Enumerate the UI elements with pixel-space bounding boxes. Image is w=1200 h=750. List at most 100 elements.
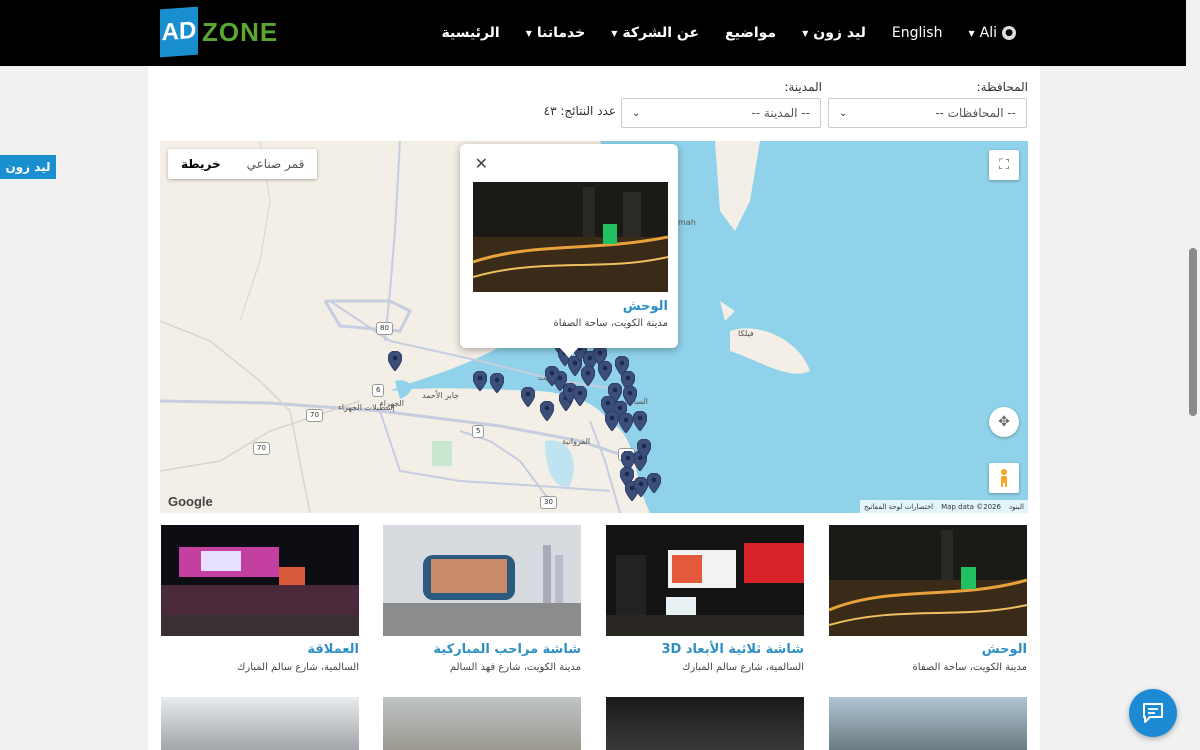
billboard-card-image[interactable] (161, 525, 359, 636)
billboard-card[interactable]: الوحش مدينة الكويت، ساحة الصفاة (829, 525, 1027, 673)
governorate-select[interactable]: -- المحافظات -- ⌄ (828, 98, 1027, 128)
map-marker-pin-icon[interactable] (572, 385, 588, 407)
map-info-window: ✕ الوحش مدينة الكويت، ساحة الصفاة (460, 144, 678, 358)
billboard-card-location: السالمية، شارع سالم المبارك (682, 662, 804, 673)
nav-services-label: خدماتنا (536, 25, 586, 41)
city-select-value: -- المدينة -- (751, 106, 810, 120)
road-number: 70 (253, 442, 270, 455)
road-number: 6 (372, 384, 385, 397)
road-number: 30 (540, 496, 557, 509)
nav-about[interactable]: عن الشركة ▼ (611, 25, 699, 41)
billboard-card-image[interactable] (829, 525, 1027, 636)
map-type-satellite-button[interactable]: قمر صناعي (234, 149, 318, 179)
nav-topics-label: مواضيع (725, 25, 777, 41)
map-marker-pin-icon[interactable] (632, 410, 648, 432)
map-marker-pin-icon[interactable] (636, 438, 652, 460)
caret-down-icon: ▼ (525, 28, 532, 38)
governorate-select-value: -- المحافظات -- (935, 106, 1016, 120)
map-marker-pin-icon[interactable] (604, 410, 620, 432)
nav-ledzone-label: ليد زون (813, 25, 866, 41)
side-ledzone-tag[interactable]: ليد زون (0, 155, 56, 179)
map-label: mah (678, 218, 696, 227)
road-number: 5 (472, 425, 485, 438)
map-marker-pin-icon[interactable] (472, 370, 488, 392)
billboard-card-image[interactable] (161, 697, 359, 750)
billboard-card-title[interactable]: شاشة ثلاثية الأبعاد 3D (606, 642, 805, 657)
map-marker-pin-icon[interactable] (618, 412, 634, 434)
map-marker-pin-icon[interactable] (580, 365, 596, 387)
attrib-terms[interactable]: البنود (1009, 503, 1024, 511)
billboard-card[interactable] (383, 697, 581, 750)
popup-title[interactable]: الوحش (623, 299, 668, 314)
billboard-card-title[interactable]: الوحش (829, 642, 1027, 657)
chevron-down-icon: ⌄ (839, 107, 848, 119)
nav-english[interactable]: English (892, 25, 943, 41)
nav-user-menu[interactable]: ● Ali ▼ (968, 25, 1016, 41)
billboard-card[interactable] (161, 697, 359, 750)
billboard-card-location: السالمية، شارع سالم المبارك (237, 662, 359, 673)
caret-down-icon: ▼ (802, 28, 809, 38)
chat-button[interactable] (1129, 689, 1177, 737)
nav-home[interactable]: الرئيسية (442, 25, 500, 41)
scrollbar-thumb[interactable] (1189, 248, 1197, 416)
nav-services[interactable]: خدماتنا ▼ (526, 25, 586, 41)
main-nav: الرئيسية خدماتنا ▼ عن الشركة ▼ مواضيع ليد … (442, 0, 1016, 66)
adzone-logo[interactable]: AD ZONE (160, 6, 278, 58)
billboard-photo (383, 525, 581, 636)
caret-down-icon: ▼ (611, 28, 618, 38)
map-marker-pin-icon[interactable] (597, 360, 613, 382)
fullscreen-icon: ⛶ (999, 157, 1009, 173)
map-label: الفروانية (562, 437, 591, 446)
billboard-card-image[interactable] (606, 697, 804, 750)
page-scrollbar[interactable] (1186, 0, 1200, 750)
billboard-card-title[interactable]: شاشة مراحب المباركية (383, 642, 581, 657)
map-marker-pin-icon[interactable] (646, 472, 662, 494)
city-select[interactable]: -- المدينة -- ⌄ (621, 98, 821, 128)
map-marker-pin-icon[interactable] (544, 365, 560, 387)
map-label: جابر الأحمد (422, 391, 460, 400)
map-type-map-button[interactable]: خريطة (168, 149, 234, 179)
map-marker-pin-icon[interactable] (539, 400, 555, 422)
billboard-card-title[interactable]: العملاقة (161, 642, 359, 657)
billboard-card-image[interactable] (383, 697, 581, 750)
road-number: 80 (376, 322, 393, 335)
nav-ledzone[interactable]: ليد زون ▼ (802, 25, 866, 41)
popup-subtitle: مدينة الكويت، ساحة الصفاة (553, 318, 668, 329)
billboard-card[interactable] (829, 697, 1027, 750)
top-navbar: AD ZONE الرئيسية خدماتنا ▼ عن الشركة ▼ موا… (0, 0, 1200, 66)
street-view-pegman-button[interactable] (989, 463, 1019, 493)
map-label: فيلكا (738, 329, 754, 338)
night-city-photo (473, 182, 668, 292)
close-icon[interactable]: ✕ (475, 154, 488, 173)
nav-topics[interactable]: مواضيع (725, 25, 776, 41)
map-marker-pin-icon[interactable] (489, 372, 505, 394)
billboard-card-location: مدينة الكويت، ساحة الصفاة (912, 662, 1027, 673)
results-count: عدد النتائج: ٤٣ (543, 104, 616, 118)
fullscreen-button[interactable]: ⛶ (989, 150, 1019, 180)
billboard-card-image[interactable] (383, 525, 581, 636)
road-number: 70 (306, 409, 323, 422)
billboard-photo (161, 525, 359, 636)
popup-billboard-image[interactable] (473, 182, 668, 292)
billboard-card[interactable] (606, 697, 804, 750)
map-marker-pin-icon[interactable] (520, 386, 536, 408)
billboard-card[interactable]: شاشة ثلاثية الأبعاد 3D السالمية، شارع سا… (606, 525, 804, 673)
billboard-card-location: مدينة الكويت، شارع فهد السالم (449, 662, 581, 673)
map-marker-pin-icon[interactable] (633, 476, 649, 498)
logo-ad-mark: AD (160, 6, 198, 58)
billboard-card-image[interactable] (606, 525, 804, 636)
caret-down-icon: ▼ (968, 28, 975, 38)
map-type-control: خريطة قمر صناعي (168, 149, 318, 179)
camera-control-button[interactable]: ✥ (989, 407, 1019, 437)
city-label: المدينة: (784, 80, 822, 94)
billboard-card[interactable]: شاشة مراحب المباركية مدينة الكويت، شارع … (383, 525, 581, 673)
nav-user-label: Ali (979, 25, 997, 41)
billboard-card-image[interactable] (829, 697, 1027, 750)
chevron-down-icon: ⌄ (632, 107, 641, 119)
nav-english-label: English (891, 25, 943, 41)
map-marker-pin-icon[interactable] (387, 350, 403, 372)
user-icon: ● (1002, 26, 1016, 40)
attrib-shortcuts[interactable]: اختصارات لوحة المفاتيح (864, 503, 933, 511)
billboard-photo (829, 525, 1027, 636)
billboard-card[interactable]: العملاقة السالمية، شارع سالم المبارك (161, 525, 359, 673)
